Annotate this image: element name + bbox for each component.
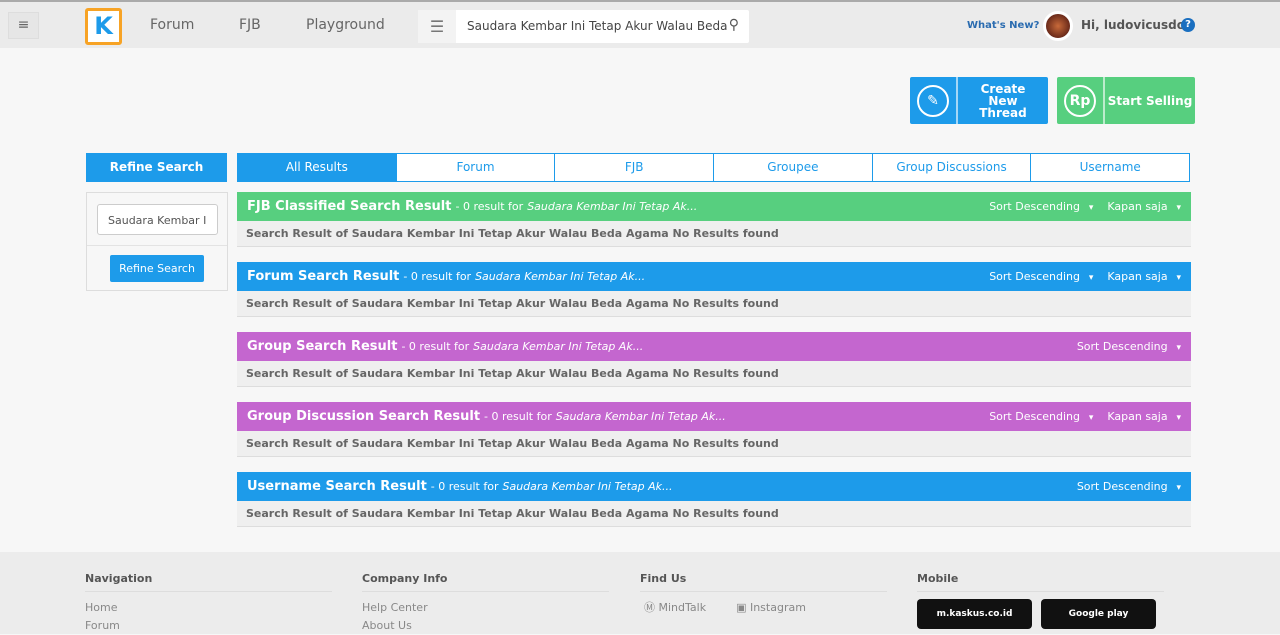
mindtalk-icon: Ⓜ [644, 601, 659, 614]
nav-forum[interactable]: Forum [150, 17, 194, 33]
footer-link-about-us[interactable]: About Us [362, 617, 609, 635]
top-bar: ≡ K Forum FJB Playground ☰ Saudara Kemba… [0, 0, 1280, 48]
footer-link-forum[interactable]: Forum [85, 617, 332, 635]
create-thread-label: Create New Thread [979, 81, 1027, 120]
search-icon[interactable]: ⚲ [729, 17, 739, 33]
section-title: FJB Classified Search Result [247, 199, 452, 214]
footer-link-help-center[interactable]: Help Center [362, 599, 609, 617]
footer-link-mindtalk[interactable]: Ⓜ MindTalk [644, 599, 706, 617]
mobile-site-badge[interactable]: m.kaskus.co.id [917, 599, 1032, 629]
sort-dropdown[interactable]: Sort Descending [1077, 480, 1181, 493]
group-result-section: Group Search Result - 0 result for Saudara… [237, 332, 1191, 387]
tab-username[interactable]: Username [1030, 154, 1190, 181]
footer-navigation: Navigation Home Forum [85, 572, 332, 635]
user-greeting[interactable]: Hi, ludovicusdo [1081, 18, 1185, 32]
username-result-section: Username Search Result - 0 result for Saud… [237, 472, 1191, 527]
result-count: - 0 result for [455, 200, 524, 213]
nav-playground[interactable]: Playground [306, 17, 385, 33]
result-query: Saudara Kembar Ini Tetap Ak... [555, 410, 726, 423]
footer-link-instagram[interactable]: ▣ Instagram [736, 599, 806, 617]
footer-heading: Mobile [917, 572, 1164, 592]
result-count: - 0 result for [430, 480, 499, 493]
create-thread-button[interactable]: ✎ Create New Thread [910, 77, 1048, 124]
result-count: - 0 result for [484, 410, 552, 423]
no-results-message: Search Result of Saudara Kembar Ini Teta… [237, 431, 1191, 457]
tab-all-results[interactable]: All Results [238, 154, 396, 181]
section-title: Username Search Result [247, 479, 427, 494]
tab-fjb[interactable]: FJB [554, 154, 714, 181]
result-query: Saudara Kembar Ini Tetap Ak... [527, 200, 698, 213]
google-play-badge[interactable]: Google play [1041, 599, 1156, 629]
time-dropdown[interactable]: Kapan saja [1107, 270, 1181, 283]
instagram-label: Instagram [749, 601, 806, 614]
tab-forum[interactable]: Forum [395, 154, 555, 181]
pencil-icon: ✎ [917, 84, 949, 117]
help-icon[interactable]: ? [1181, 18, 1195, 32]
sort-dropdown[interactable]: Sort Descending [989, 270, 1093, 283]
refine-search-input[interactable]: Saudara Kembar I [97, 204, 218, 235]
rupiah-icon: Rp [1064, 84, 1096, 117]
sort-dropdown[interactable]: Sort Descending [989, 200, 1093, 213]
refine-search-button[interactable]: Refine Search [110, 255, 204, 282]
start-selling-button[interactable]: Rp Start Selling [1057, 77, 1195, 124]
time-dropdown[interactable]: Kapan saja [1107, 410, 1181, 423]
footer-mobile: Mobile m.kaskus.co.id Google play [917, 572, 1164, 629]
search-input[interactable]: Saudara Kembar Ini Tetap Akur Walau Beda [467, 19, 727, 33]
no-results-message: Search Result of Saudara Kembar Ini Teta… [237, 501, 1191, 527]
footer-find-us: Find Us Ⓜ MindTalk ▣ Instagram [640, 572, 887, 617]
no-results-message: Search Result of Saudara Kembar Ini Teta… [237, 221, 1191, 247]
footer-link-home[interactable]: Home [85, 599, 332, 617]
result-query: Saudara Kembar Ini Tetap Ak... [475, 270, 646, 283]
footer-heading: Find Us [640, 572, 887, 592]
refine-search-heading: Refine Search [86, 153, 227, 182]
refine-search-panel: Saudara Kembar I Refine Search [86, 192, 228, 291]
fjb-result-section: FJB Classified Search Result - 0 result f… [237, 192, 1191, 247]
footer-heading: Company Info [362, 572, 609, 592]
group-discussion-result-section: Group Discussion Search Result - 0 result… [237, 402, 1191, 457]
sort-dropdown[interactable]: Sort Descending [989, 410, 1093, 423]
no-results-message: Search Result of Saudara Kembar Ini Teta… [237, 291, 1191, 317]
result-count: - 0 result for [403, 270, 472, 283]
mindtalk-label: MindTalk [658, 601, 707, 614]
result-count: - 0 result for [401, 340, 470, 353]
result-query: Saudara Kembar Ini Tetap Ak... [473, 340, 644, 353]
footer-heading: Navigation [85, 572, 332, 592]
section-title: Forum Search Result [247, 269, 400, 284]
section-title: Group Search Result [247, 339, 398, 354]
no-results-message: Search Result of Saudara Kembar Ini Teta… [237, 361, 1191, 387]
tab-group-discussions[interactable]: Group Discussions [871, 154, 1031, 181]
result-query: Saudara Kembar Ini Tetap Ak... [502, 480, 673, 493]
start-selling-label: Start Selling [1107, 93, 1193, 108]
kaskus-logo[interactable]: K [85, 8, 122, 45]
menu-button[interactable]: ≡ [8, 12, 39, 39]
footer-company: Company Info Help Center About Us [362, 572, 609, 635]
time-dropdown[interactable]: Kapan saja [1107, 200, 1181, 213]
search-bar: ☰ Saudara Kembar Ini Tetap Akur Walau Be… [418, 10, 749, 43]
nav-fjb[interactable]: FJB [239, 17, 261, 33]
search-category-menu-icon[interactable]: ☰ [418, 10, 456, 43]
sort-dropdown[interactable]: Sort Descending [1077, 340, 1181, 353]
tab-groupee[interactable]: Groupee [713, 154, 872, 181]
forum-result-section: Forum Search Result - 0 result for Saudara… [237, 262, 1191, 317]
section-title: Group Discussion Search Result [247, 409, 481, 424]
footer: Navigation Home Forum Company Info Help … [0, 552, 1280, 634]
instagram-icon: ▣ [736, 601, 750, 614]
whats-new-link[interactable]: What's New? [967, 20, 1039, 31]
avatar[interactable] [1043, 11, 1073, 41]
result-tabs: All Results Forum FJB Groupee Group Disc… [237, 153, 1190, 182]
